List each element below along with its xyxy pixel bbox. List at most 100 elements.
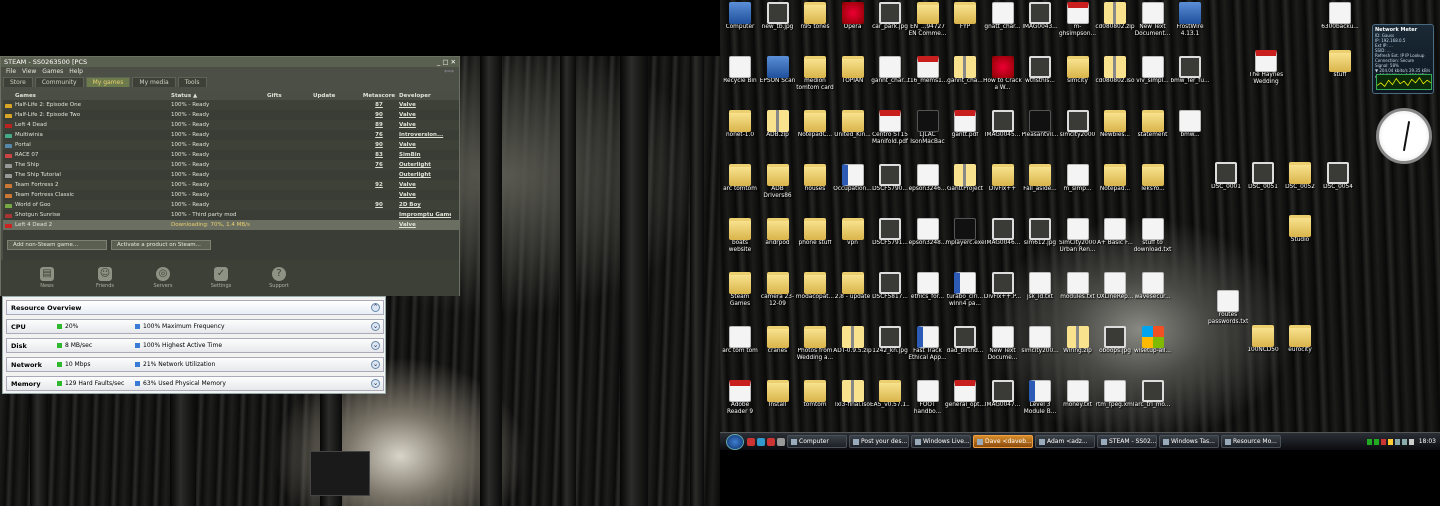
desktop-icon[interactable]: dad_birthd... — [947, 326, 983, 372]
desktop-icon[interactable]: DivFix++ — [985, 164, 1021, 210]
desktop-icon[interactable]: jsk_id.txt — [1022, 272, 1058, 318]
desktop-icon[interactable]: DSC_0054 — [1320, 162, 1356, 208]
quicklaunch-icon[interactable] — [757, 437, 765, 446]
add-non-steam-game-button[interactable]: Add non-Steam game... — [7, 240, 107, 250]
steam-titlebar[interactable]: STEAM - SS0263500 [PCS _ □ ✕ — [1, 57, 459, 67]
desktop-icon[interactable]: mplayerc.exe — [945, 218, 985, 264]
tray-icon[interactable] — [1387, 438, 1393, 445]
desktop-icon[interactable]: arc_tri_mo... — [1135, 380, 1171, 426]
game-row[interactable]: Multiwinia 100% - Ready 76 Introversion... — [3, 130, 459, 140]
game-metascore[interactable]: 83 — [359, 152, 399, 158]
desktop-icon[interactable]: houses — [797, 164, 833, 210]
col-gifts[interactable]: Gifts — [267, 93, 313, 99]
collapse-icon[interactable]: ⌃ — [371, 303, 380, 312]
col-metascore[interactable]: Metascore — [359, 93, 399, 99]
desktop-icon[interactable]: A+ Basic F... — [1097, 218, 1133, 264]
desktop-icon[interactable]: Steam Games — [722, 272, 758, 318]
desktop-icon[interactable]: m_simp... — [1060, 164, 1096, 210]
speaker-icon[interactable] — [1408, 438, 1414, 445]
col-games[interactable]: Games — [3, 93, 171, 99]
game-developer[interactable]: Introversion... — [399, 132, 451, 138]
desktop-icon[interactable]: car_park.jpg — [872, 2, 908, 48]
game-developer[interactable]: SimBin — [399, 152, 451, 158]
game-developer[interactable]: Valve — [399, 102, 451, 108]
desktop-icon[interactable]: n95 tones — [797, 2, 833, 48]
desktop-icon[interactable]: 1242_kn.jpg — [872, 326, 908, 372]
desktop-icon[interactable]: OXLineRep... — [1097, 272, 1133, 318]
desktop-icon[interactable]: oboops.jpg — [1097, 326, 1133, 372]
desktop-icon[interactable]: Adobe Reader 9 — [722, 380, 758, 426]
desktop-icon[interactable]: ADB.zip — [760, 110, 796, 156]
desktop-icon[interactable]: simcity200... — [1021, 326, 1059, 372]
game-metascore[interactable]: 90 — [359, 112, 399, 118]
tab-store[interactable]: Store — [3, 77, 33, 87]
expand-icon[interactable]: ⌄ — [371, 341, 380, 350]
desktop-icon[interactable]: How to Crack a W... — [983, 56, 1022, 102]
tray-icon[interactable] — [1373, 438, 1379, 445]
game-developer[interactable]: Valve — [399, 112, 451, 118]
taskbar-button[interactable]: Windows Tas... — [1159, 435, 1219, 448]
game-row[interactable]: The Ship Tutorial 100% - Ready Outerlight — [3, 170, 459, 180]
tab-tools[interactable]: Tools — [177, 77, 207, 87]
desktop-icon[interactable]: Photos from Wedding a... — [797, 326, 833, 372]
game-metascore[interactable]: 90 — [359, 142, 399, 148]
desktop-icon[interactable]: Occupation... — [833, 164, 872, 210]
desktop-icon[interactable]: gnatt_char... — [984, 2, 1021, 48]
desktop-icon[interactable]: New Text Docume... — [985, 326, 1021, 372]
desktop-icon[interactable]: New Text Document... — [1135, 2, 1171, 48]
desktop-icon[interactable]: arc tomtom — [722, 164, 758, 210]
desktop-icon[interactable]: epson3246... — [909, 164, 946, 210]
game-developer[interactable]: Impromptu Game — [399, 212, 451, 218]
desktop-icon[interactable]: GanttProject — [947, 164, 983, 210]
desktop-icon[interactable]: vpn — [835, 218, 871, 264]
desktop-icon[interactable]: gantt.pdf — [947, 110, 983, 156]
col-status[interactable]: Status ▲ — [171, 93, 267, 99]
game-row[interactable]: World of Goo 100% - Ready 90 2D Boy — [3, 200, 459, 210]
tab-my-media[interactable]: My media — [132, 77, 176, 87]
desktop-icon[interactable]: ADT-0.9.5.zip — [833, 326, 872, 372]
desktop-icon[interactable]: m-ghsimpson... — [1059, 2, 1096, 48]
game-metascore[interactable]: 76 — [359, 132, 399, 138]
desktop-icon[interactable]: bmw_fer_fu... — [1170, 56, 1210, 102]
desktop-icon[interactable]: general_opt... — [945, 380, 985, 426]
desktop-icon[interactable]: modacopat... — [796, 272, 834, 318]
menu-games[interactable]: Games — [42, 68, 63, 75]
game-row[interactable]: Half-Life 2: Episode Two 100% - Ready 90 Va… — [3, 110, 459, 120]
desktop-icon[interactable]: EPSON Scan — [760, 56, 796, 102]
desktop-icon[interactable]: Studio — [1282, 215, 1318, 261]
desktop-icon[interactable]: new_tb.jpg — [760, 2, 796, 48]
desktop-icon[interactable]: gannt_char... — [871, 56, 909, 102]
desktop-icon[interactable]: United_Kin... — [834, 110, 871, 156]
tray-icon[interactable] — [1366, 438, 1372, 445]
clock-gadget[interactable] — [1376, 108, 1432, 164]
quicklaunch-icon[interactable] — [747, 437, 755, 446]
tray-icon[interactable] — [1380, 438, 1386, 445]
desktop-icon[interactable]: EN_...94727 EN Comme... — [909, 2, 946, 48]
game-developer[interactable]: Outerlight — [399, 162, 451, 168]
desktop-icon[interactable]: TOPIAN — [835, 56, 871, 102]
desktop-icon[interactable]: nonet-1.0 — [722, 110, 758, 156]
game-developer[interactable]: Valve — [399, 122, 451, 128]
quicklaunch-icon[interactable] — [767, 437, 775, 446]
servers-button[interactable]: ◎ Servers — [147, 267, 179, 289]
desktop-icon[interactable]: tomtom — [797, 380, 833, 426]
network-meter-gadget[interactable]: Network Meter ID: Gauss IP: 192.168.0.5 Ex… — [1372, 24, 1434, 94]
desktop-icon[interactable]: Level 3 Module B... — [1022, 380, 1058, 426]
desktop-icon[interactable]: Opera — [835, 2, 871, 48]
game-metascore[interactable]: 87 — [359, 102, 399, 108]
desktop-icon[interactable]: arc tom tom — [722, 326, 758, 372]
desktop-icon[interactable]: FrostWire 4.13.1 — [1172, 2, 1208, 48]
desktop-icon[interactable]: IMAG0043... — [1022, 2, 1058, 48]
desktop-icon[interactable]: The Haynes Wedding — [1248, 50, 1284, 96]
col-update[interactable]: Update — [313, 93, 359, 99]
desktop-icon[interactable]: 2.8 - update — [835, 272, 871, 318]
desktop-icon[interactable]: modules.txt — [1060, 272, 1096, 318]
settings-button[interactable]: ✓ Settings — [205, 267, 237, 289]
game-row[interactable]: Shotgun Sunrise 100% - Third party mod Imp… — [3, 210, 459, 220]
desktop-icon[interactable]: FOOT handbo... — [910, 380, 946, 426]
desktop-icon[interactable]: IMAG0045... — [985, 110, 1021, 156]
desktop-icon[interactable]: epson3248... — [909, 218, 946, 264]
resource-overview-header[interactable]: Resource Overview ⌃ — [6, 300, 384, 315]
game-developer[interactable]: Valve — [399, 182, 451, 188]
news-button[interactable]: ▤ News — [31, 267, 63, 289]
